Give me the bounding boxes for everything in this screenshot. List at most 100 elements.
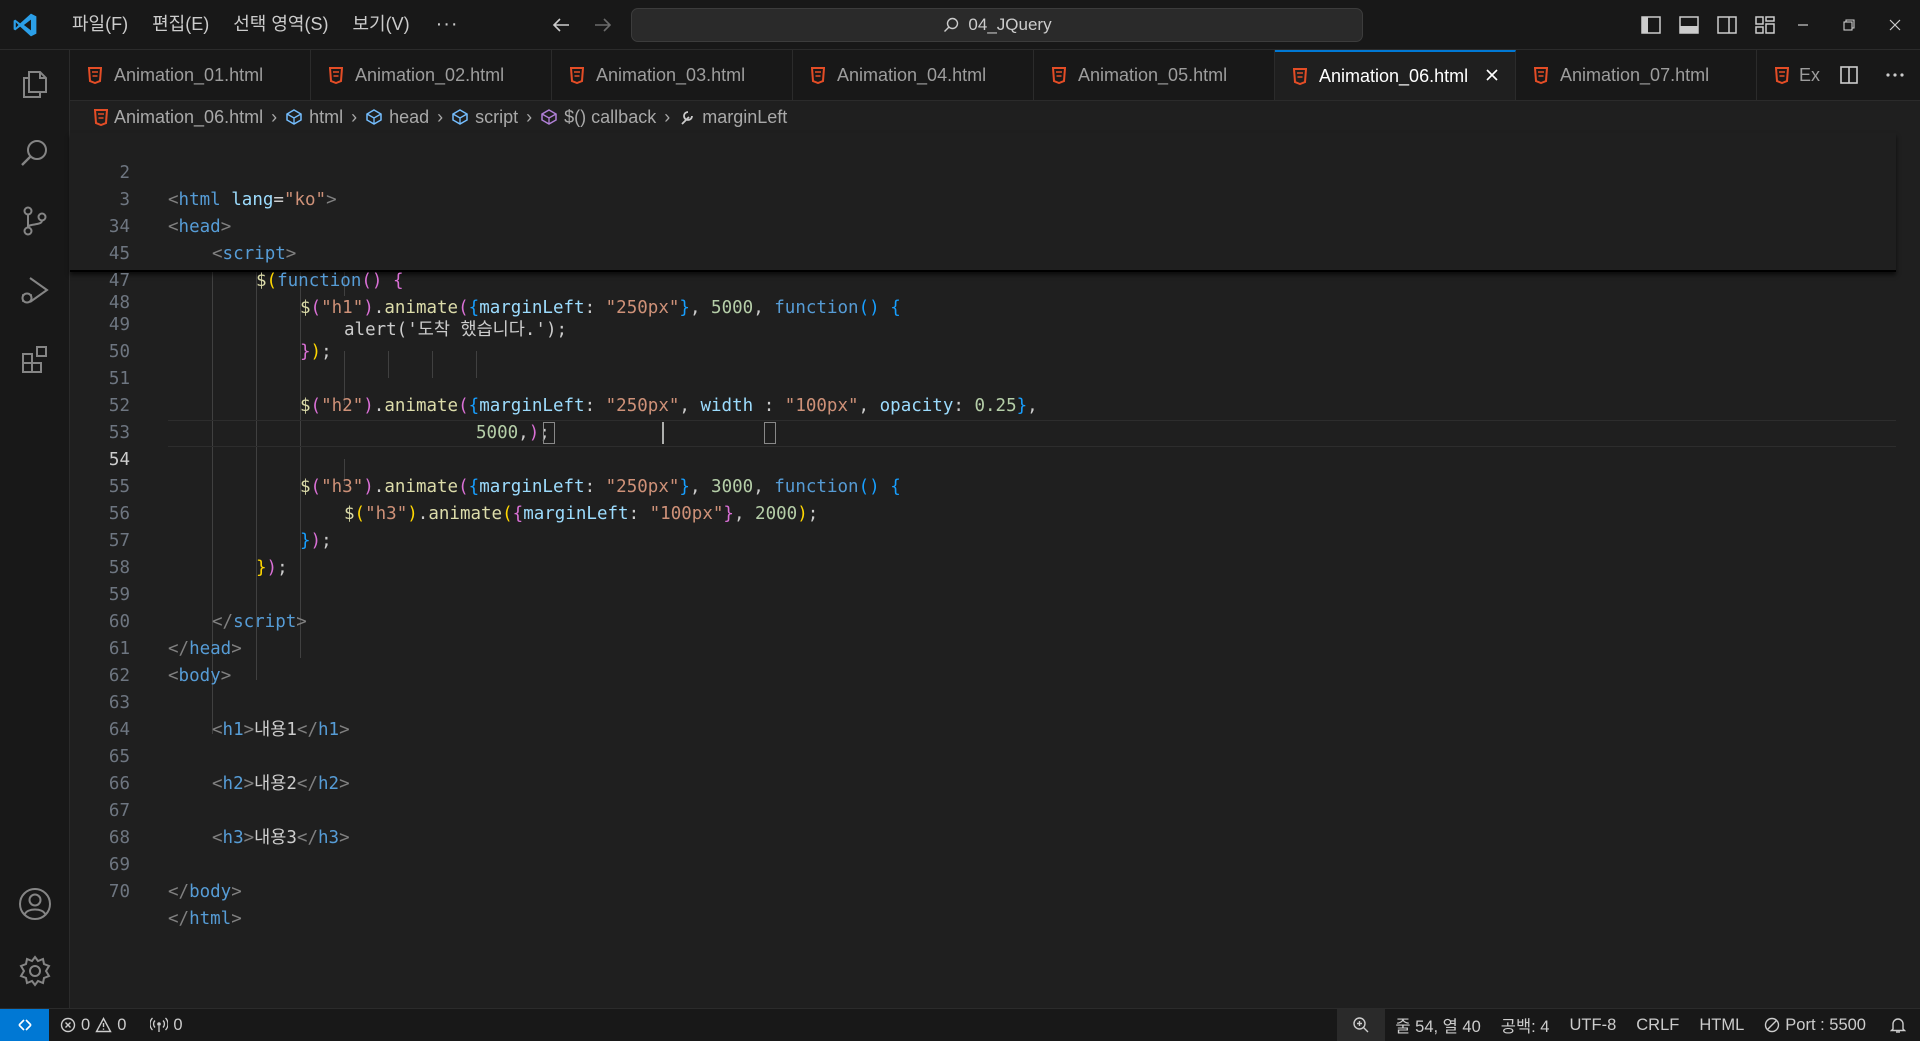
problems-indicator[interactable]: 0 0 (60, 1009, 126, 1041)
code-token: : (753, 396, 785, 416)
back-arrow-icon[interactable] (548, 12, 574, 38)
code-editor[interactable]: 48 alert('도착 했습니다.'); 49 }); 50 51 $("h2… (70, 133, 1920, 1008)
indentation-setting[interactable]: 공백: 4 (1491, 1009, 1560, 1041)
code-token: marginLeft (479, 477, 585, 497)
source-control-icon[interactable] (0, 188, 69, 254)
line-number: 47 (108, 271, 130, 291)
tab-animation-02[interactable]: Animation_02.html (311, 50, 552, 100)
tab-animation-06-active[interactable]: Animation_06.html (1275, 50, 1516, 100)
code-token: </ (212, 612, 234, 632)
minimize-button[interactable] (1780, 0, 1826, 49)
split-editor-icon[interactable] (1838, 64, 1860, 86)
sticky-line-45[interactable]: 45 $(function() { (70, 214, 404, 291)
extensions-icon[interactable] (0, 326, 69, 392)
code-token: , (679, 396, 701, 416)
run-debug-icon[interactable] (0, 257, 69, 323)
code-token: h2 (318, 774, 340, 794)
tab-animation-05[interactable]: Animation_05.html (1034, 50, 1275, 100)
code-token: $ (256, 271, 267, 291)
forward-arrow-icon[interactable] (590, 12, 616, 38)
code-token: head (178, 217, 221, 237)
status-right: 줄 54, 열 40 공백: 4 UTF-8 CRLF HTML Port : … (1337, 1009, 1920, 1041)
code-token: body (189, 882, 232, 902)
encoding-setting[interactable]: UTF-8 (1560, 1009, 1627, 1041)
breadcrumb-item-script[interactable]: script (451, 107, 518, 128)
live-server-port[interactable]: Port : 5500 (1754, 1009, 1876, 1041)
tab-animation-04[interactable]: Animation_04.html (793, 50, 1034, 100)
notifications-bell-icon[interactable] (1876, 1009, 1920, 1041)
code-token: . (417, 504, 429, 524)
cursor-position[interactable]: 줄 54, 열 40 (1385, 1009, 1490, 1041)
restore-button[interactable] (1826, 0, 1872, 49)
code-token: < (212, 244, 223, 264)
menu-more-button[interactable]: ··· (422, 0, 473, 49)
menu-edit[interactable]: 편집(E) (140, 0, 221, 49)
breadcrumb-item-callback[interactable]: $() callback (540, 107, 656, 128)
explorer-icon[interactable] (0, 51, 69, 117)
code-token: > (220, 666, 232, 686)
code-token: </ (168, 882, 190, 902)
breadcrumb-item-marginleft[interactable]: marginLeft (678, 107, 787, 128)
code-token: = (273, 190, 284, 210)
code-token: </ (168, 909, 190, 929)
language-mode[interactable]: HTML (1689, 1009, 1754, 1041)
code-token: marginLeft (479, 396, 585, 416)
code-token: > (339, 774, 350, 794)
code-token: , (689, 298, 712, 318)
chevron-right-icon: › (664, 106, 671, 127)
code-token: } (300, 531, 311, 551)
symbol-field-icon (286, 109, 302, 125)
indent-guide (476, 351, 477, 378)
code-token: , (689, 477, 712, 497)
close-tab-icon[interactable] (1483, 66, 1501, 84)
sticky-line-47[interactable]: 47 $("h1").animate({marginLeft: "250px"}… (70, 241, 901, 318)
remote-indicator-button[interactable] (0, 1009, 49, 1041)
tab-animation-03[interactable]: Animation_03.html (552, 50, 793, 100)
toggle-primary-sidebar-icon[interactable] (1638, 12, 1664, 38)
code-token: ( (354, 504, 366, 524)
more-actions-icon[interactable] (1884, 64, 1906, 86)
code-token: ) (797, 504, 808, 524)
search-icon[interactable] (0, 120, 69, 186)
ports-indicator[interactable]: 0 (142, 1009, 183, 1041)
breadcrumb-item-html[interactable]: html (285, 107, 343, 128)
command-center-search[interactable]: 04_JQuery (631, 8, 1363, 42)
code-token: lang (231, 190, 274, 210)
code-token: ( (458, 477, 469, 497)
code-token: html (189, 909, 232, 929)
sticky-line-3[interactable]: 3 <head> (70, 160, 231, 237)
menu-view[interactable]: 보기(V) (340, 0, 421, 49)
code-token: 0.25 (974, 396, 1017, 416)
sticky-line-2[interactable]: 2 <html lang="ko"> (70, 133, 336, 210)
sticky-line-34[interactable]: 34 <script> (70, 187, 296, 264)
menu-selection[interactable]: 선택 영역(S) (221, 0, 340, 49)
breadcrumb-item-head[interactable]: head (365, 107, 429, 128)
code-token: ; (321, 342, 332, 362)
eol-setting[interactable]: CRLF (1626, 1009, 1689, 1041)
code-token: </ (296, 774, 318, 794)
code-token: function (774, 298, 859, 318)
account-icon[interactable] (0, 871, 69, 937)
code-token: ; (277, 558, 288, 578)
code-line-57: 57 }); (70, 501, 288, 578)
code-token: () (858, 477, 880, 497)
code-token: { (890, 477, 901, 497)
toggle-secondary-sidebar-icon[interactable] (1714, 12, 1740, 38)
zoom-in-icon (1353, 1017, 1369, 1033)
tab-animation-07[interactable]: Animation_07.html (1516, 50, 1757, 100)
settings-gear-icon[interactable] (0, 938, 69, 1004)
indent-guide (388, 351, 389, 378)
menu-file[interactable]: 파일(F) (60, 0, 140, 49)
toggle-panel-icon[interactable] (1676, 12, 1702, 38)
tab-animation-01[interactable]: Animation_01.html (70, 50, 311, 100)
close-window-button[interactable] (1872, 0, 1918, 49)
breadcrumb-file[interactable]: Animation_06.html (94, 107, 263, 128)
customize-layout-icon[interactable] (1752, 12, 1778, 38)
sticky-scroll-header[interactable]: 2 <html lang="ko"> 3 <head> 34 <script> … (70, 133, 1896, 318)
tab-label: Animation_05.html (1078, 64, 1228, 85)
code-token: ) (266, 558, 278, 578)
zoom-button[interactable] (1337, 1009, 1386, 1041)
html-file-icon (1534, 66, 1548, 84)
code-line-63: 63 <h1>내용1</h1> (70, 663, 350, 740)
